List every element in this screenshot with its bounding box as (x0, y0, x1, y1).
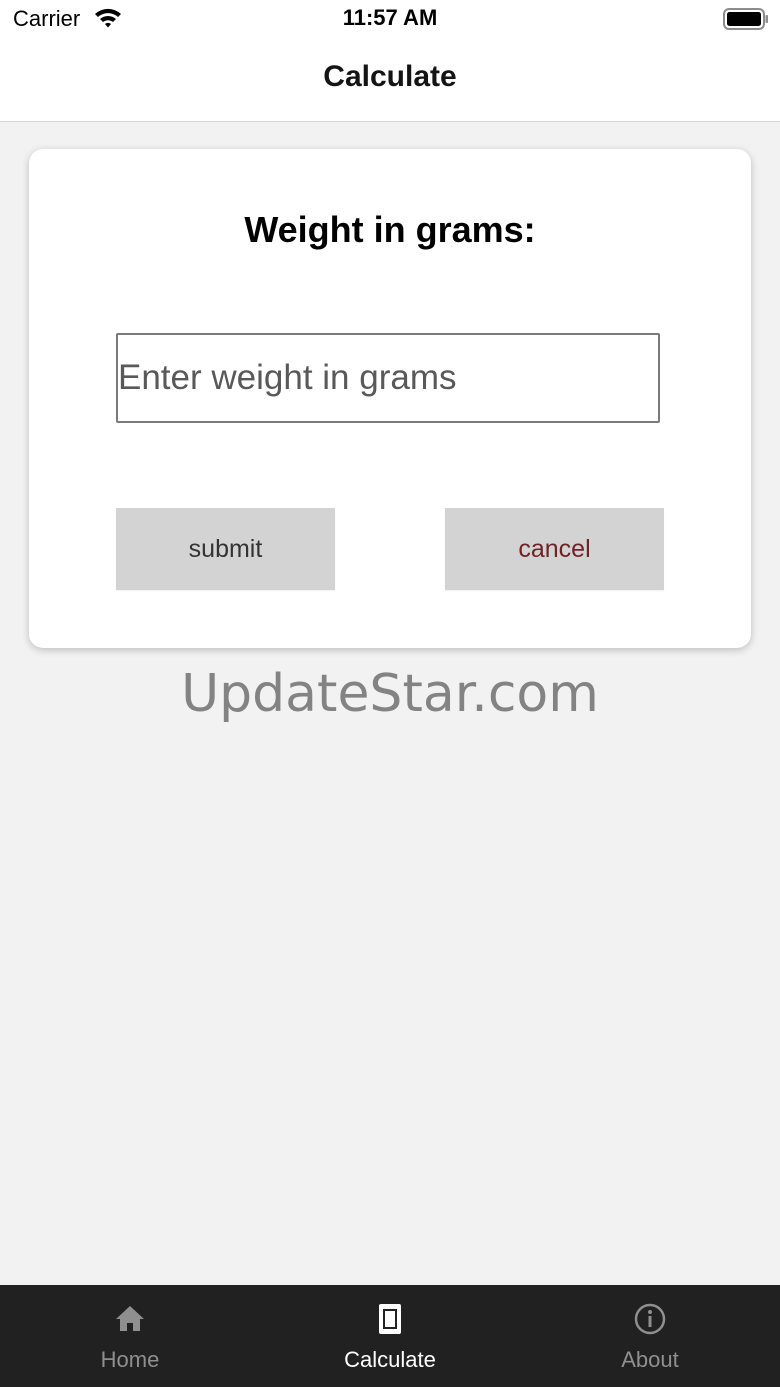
cancel-button[interactable]: cancel (445, 508, 664, 590)
weight-form-card: Weight in grams: submit cancel (29, 149, 751, 648)
tab-calculate-label: Calculate (344, 1347, 436, 1372)
status-bar: Carrier 11:57 AM (0, 0, 780, 40)
calculator-icon (379, 1304, 401, 1334)
form-heading: Weight in grams: (244, 209, 536, 250)
tab-home[interactable]: Home (0, 1285, 260, 1387)
info-icon (634, 1303, 666, 1335)
weight-input[interactable] (116, 333, 660, 423)
tab-bar: Home Calculate About (0, 1285, 780, 1387)
tab-about-label: About (621, 1347, 679, 1372)
tab-about[interactable]: About (520, 1285, 780, 1387)
battery-full-icon (723, 8, 768, 30)
status-time: 11:57 AM (342, 5, 438, 30)
watermark-text: UpdateStar.com (181, 664, 599, 724)
home-icon (116, 1306, 144, 1331)
tab-home-label: Home (100, 1347, 160, 1372)
tab-calculate[interactable]: Calculate (260, 1285, 520, 1387)
navigation-header: Calculate (0, 40, 780, 122)
submit-button[interactable]: submit (116, 508, 335, 590)
page-title: Calculate (323, 60, 457, 93)
